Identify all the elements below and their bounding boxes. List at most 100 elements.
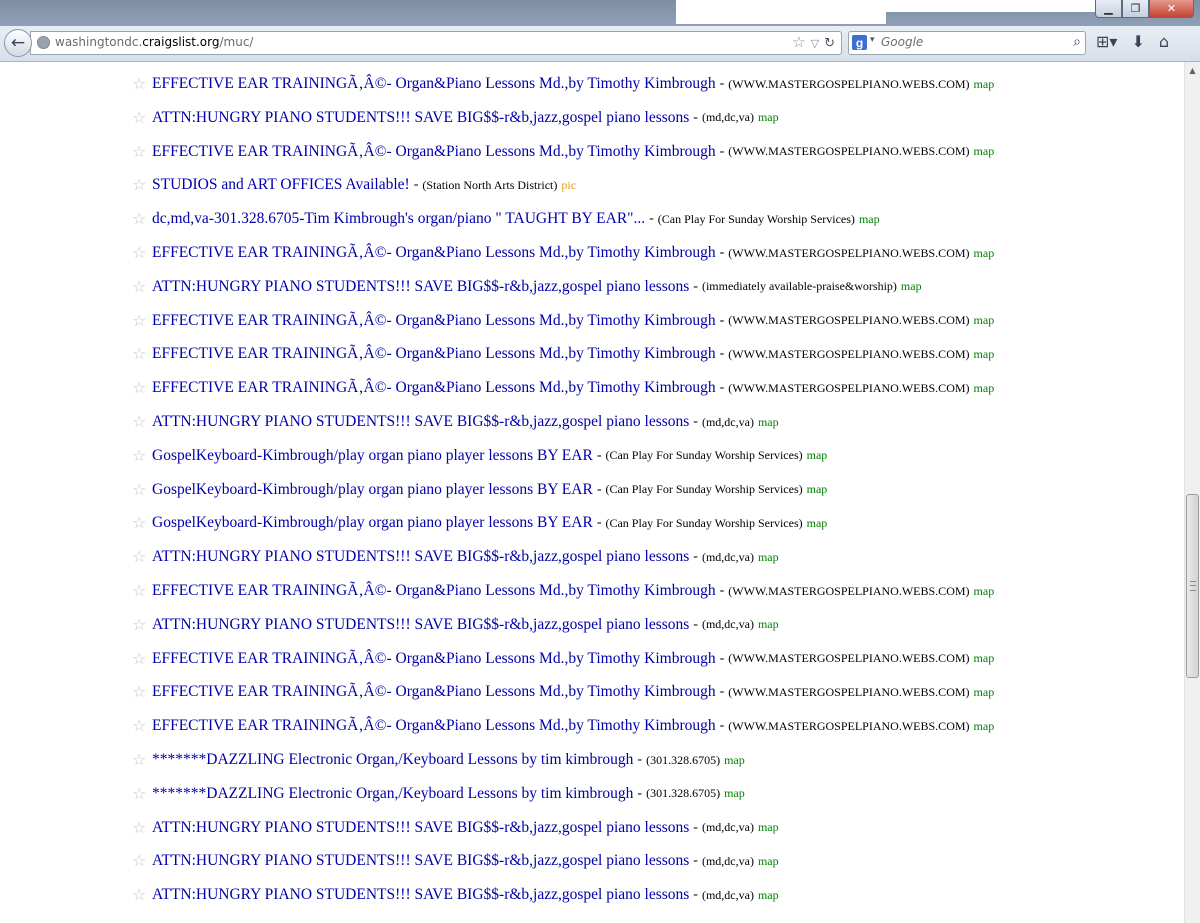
listing-title-link[interactable]: *******DAZZLING Electronic Organ,/Keyboa… <box>152 751 633 769</box>
listing-title-link[interactable]: ATTN:HUNGRY PIANO STUDENTS!!! SAVE BIG$$… <box>152 819 689 837</box>
star-outline-icon[interactable]: ☆ <box>132 380 150 396</box>
listing-title-link[interactable]: GospelKeyboard-Kimbrough/play organ pian… <box>152 514 593 532</box>
listing-title-link[interactable]: STUDIOS and ART OFFICES Available! <box>152 176 410 194</box>
listing-map-link[interactable]: map <box>758 854 779 869</box>
listing-map-link[interactable]: map <box>974 719 995 734</box>
listing-pic-tag[interactable]: pic <box>561 178 576 193</box>
listing-location: (WWW.MASTERGOSPELPIANO.WEBS.COM) <box>728 684 970 699</box>
listing-title-link[interactable]: ATTN:HUNGRY PIANO STUDENTS!!! SAVE BIG$$… <box>152 548 689 566</box>
listing-map-link[interactable]: map <box>974 77 995 92</box>
listing-map-link[interactable]: map <box>859 212 880 227</box>
listing-title-link[interactable]: *******DAZZLING Electronic Organ,/Keyboa… <box>152 785 633 803</box>
listing-map-link[interactable]: map <box>974 584 995 599</box>
listing-map-link[interactable]: map <box>974 144 995 159</box>
star-outline-icon[interactable]: ☆ <box>132 447 150 464</box>
star-outline-icon[interactable]: ☆ <box>132 414 150 430</box>
search-engine-dropdown-icon[interactable]: ▾ <box>870 35 875 45</box>
star-outline-icon[interactable]: ☆ <box>132 718 150 734</box>
listing-map-link[interactable]: map <box>758 110 779 125</box>
star-outline-icon[interactable]: ☆ <box>132 752 150 768</box>
star-outline-icon[interactable]: ☆ <box>132 616 150 633</box>
star-outline-icon[interactable]: ☆ <box>132 211 150 227</box>
url-bar[interactable]: washingtondc.craigslist.org/muc/ ☆ ▽ ↻ <box>30 31 842 55</box>
star-outline-icon[interactable]: ☆ <box>132 684 150 700</box>
star-outline-icon[interactable]: ☆ <box>132 245 150 261</box>
listing-map-link[interactable]: map <box>758 820 779 835</box>
search-bar[interactable]: g ▾ ⌕ <box>848 31 1086 55</box>
listing-title-link[interactable]: EFFECTIVE EAR TRAININGÃ‚Â©- Organ&Piano … <box>152 143 716 161</box>
listing-title-link[interactable]: ATTN:HUNGRY PIANO STUDENTS!!! SAVE BIG$$… <box>152 278 689 296</box>
listing-title-link[interactable]: GospelKeyboard-Kimbrough/play organ pian… <box>152 481 593 499</box>
listing-title-link[interactable]: EFFECTIVE EAR TRAININGÃ‚Â©- Organ&Piano … <box>152 345 716 363</box>
star-outline-icon[interactable]: ☆ <box>132 583 150 599</box>
listing-map-link[interactable]: map <box>724 753 745 768</box>
addon-icon[interactable]: ⊞▾ <box>1096 32 1117 51</box>
listing-title-link[interactable]: EFFECTIVE EAR TRAININGÃ‚Â©- Organ&Piano … <box>152 244 716 262</box>
listing-title-link[interactable]: dc,md,va-301.328.6705-Tim Kimbrough's or… <box>152 210 645 228</box>
listing-title-link[interactable]: EFFECTIVE EAR TRAININGÃ‚Â©- Organ&Piano … <box>152 650 716 668</box>
close-button[interactable]: ✕ <box>1149 0 1194 18</box>
home-icon[interactable]: ⌂ <box>1159 32 1169 51</box>
star-outline-icon[interactable]: ☆ <box>132 887 150 903</box>
star-outline-icon[interactable]: ☆ <box>132 481 150 498</box>
star-outline-icon[interactable]: ☆ <box>132 549 150 565</box>
scroll-up-arrow-icon[interactable]: ▲ <box>1185 62 1200 78</box>
listing-title-link[interactable]: EFFECTIVE EAR TRAININGÃ‚Â©- Organ&Piano … <box>152 717 716 735</box>
star-outline-icon[interactable]: ☆ <box>132 312 150 329</box>
star-outline-icon[interactable]: ☆ <box>132 853 150 869</box>
listing-title-link[interactable]: ATTN:HUNGRY PIANO STUDENTS!!! SAVE BIG$$… <box>152 109 689 127</box>
magnifier-icon[interactable]: ⌕ <box>1073 34 1081 50</box>
list-item: ☆ EFFECTIVE EAR TRAININGÃ‚Â©- Organ&Piano… <box>132 67 994 101</box>
vertical-scrollbar[interactable]: ▲ <box>1184 62 1200 923</box>
listing-separator: - <box>719 718 725 734</box>
listing-map-link[interactable]: map <box>974 685 995 700</box>
listing-title-link[interactable]: EFFECTIVE EAR TRAININGÃ‚Â©- Organ&Piano … <box>152 379 716 397</box>
listing-map-link[interactable]: map <box>974 651 995 666</box>
star-outline-icon[interactable]: ☆ <box>132 278 150 295</box>
listing-title-link[interactable]: ATTN:HUNGRY PIANO STUDENTS!!! SAVE BIG$$… <box>152 886 689 904</box>
maximize-button[interactable]: ❐ <box>1122 0 1149 18</box>
listing-map-link[interactable]: map <box>974 347 995 362</box>
back-button[interactable]: ← <box>4 29 32 57</box>
listing-map-link[interactable]: map <box>758 888 779 903</box>
listing-map-link[interactable]: map <box>974 246 995 261</box>
listing-map-link[interactable]: map <box>807 448 828 463</box>
listing-map-link[interactable]: map <box>724 786 745 801</box>
listing-map-link[interactable]: map <box>901 279 922 294</box>
listing-title-link[interactable]: ATTN:HUNGRY PIANO STUDENTS!!! SAVE BIG$$… <box>152 616 689 634</box>
list-item: ☆ ATTN:HUNGRY PIANO STUDENTS!!! SAVE BIG$… <box>132 540 779 574</box>
star-outline-icon[interactable]: ☆ <box>132 143 150 160</box>
download-icon[interactable]: ⬇ <box>1131 32 1144 51</box>
star-outline-icon[interactable]: ☆ <box>132 515 150 531</box>
scrollbar-thumb[interactable] <box>1186 494 1199 678</box>
star-outline-icon[interactable]: ☆ <box>132 819 150 836</box>
star-outline-icon[interactable]: ☆ <box>132 109 150 126</box>
listing-map-link[interactable]: map <box>807 516 828 531</box>
star-outline-icon[interactable]: ☆ <box>132 785 150 802</box>
listing-map-link[interactable]: map <box>974 381 995 396</box>
url-text[interactable]: washingtondc.craigslist.org/muc/ <box>55 35 253 49</box>
search-engine-icon[interactable]: g <box>852 35 867 50</box>
listing-separator: - <box>719 245 725 260</box>
listing-title-link[interactable]: EFFECTIVE EAR TRAININGÃ‚Â©- Organ&Piano … <box>152 75 716 93</box>
reload-icon[interactable]: ↻ <box>824 33 835 54</box>
listing-title-link[interactable]: ATTN:HUNGRY PIANO STUDENTS!!! SAVE BIG$$… <box>152 413 689 431</box>
star-outline-icon[interactable]: ☆ <box>132 650 150 667</box>
bookmark-star-icon[interactable]: ☆ <box>792 33 805 54</box>
listing-title-link[interactable]: EFFECTIVE EAR TRAININGÃ‚Â©- Organ&Piano … <box>152 683 716 701</box>
history-dropdown-icon[interactable]: ▽ <box>811 33 819 54</box>
listing-title-link[interactable]: ATTN:HUNGRY PIANO STUDENTS!!! SAVE BIG$$… <box>152 852 689 870</box>
listing-map-link[interactable]: map <box>807 482 828 497</box>
listing-map-link[interactable]: map <box>758 550 779 565</box>
star-outline-icon[interactable]: ☆ <box>132 346 150 362</box>
listing-map-link[interactable]: map <box>974 313 995 328</box>
listing-title-link[interactable]: EFFECTIVE EAR TRAININGÃ‚Â©- Organ&Piano … <box>152 582 716 600</box>
star-outline-icon[interactable]: ☆ <box>132 76 150 92</box>
star-outline-icon[interactable]: ☆ <box>132 177 150 193</box>
listing-title-link[interactable]: EFFECTIVE EAR TRAININGÃ‚Â©- Organ&Piano … <box>152 312 716 330</box>
search-input[interactable] <box>881 35 1061 49</box>
listing-map-link[interactable]: map <box>758 415 779 430</box>
listing-title-link[interactable]: GospelKeyboard-Kimbrough/play organ pian… <box>152 447 593 465</box>
minimize-button[interactable]: ▁ <box>1095 0 1122 18</box>
listing-map-link[interactable]: map <box>758 617 779 632</box>
